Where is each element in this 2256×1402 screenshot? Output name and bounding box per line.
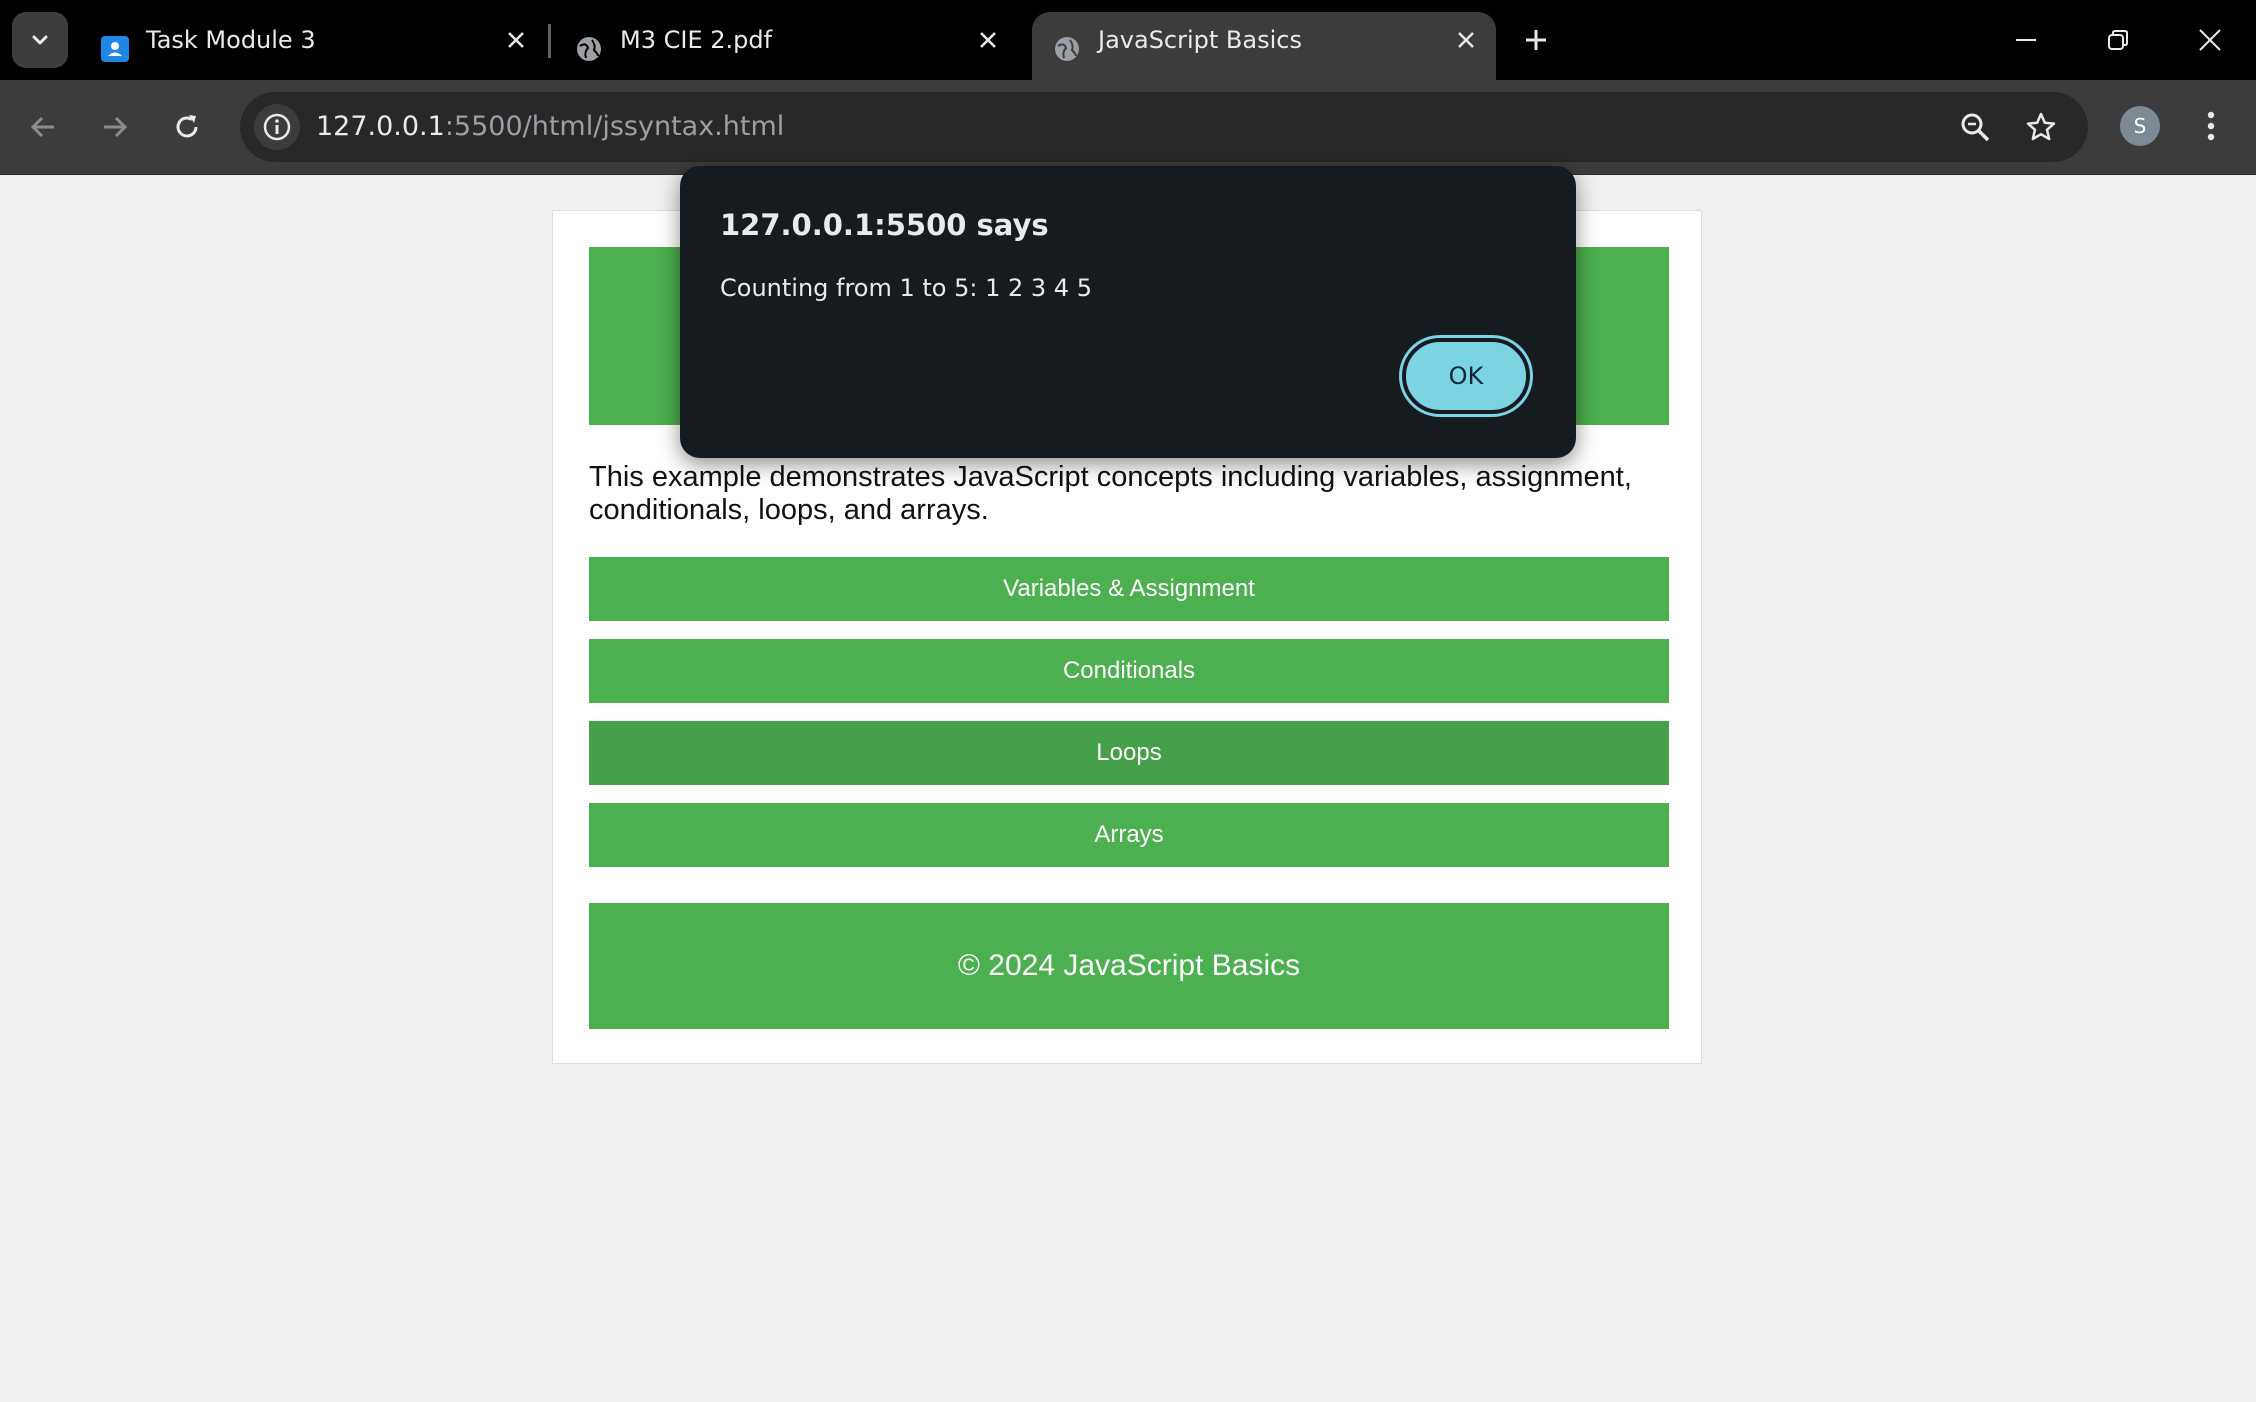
url-text[interactable]: 127.0.0.1:5500/html/jssyntax.html [316, 92, 784, 162]
address-bar[interactable]: 127.0.0.1:5500/html/jssyntax.html [240, 92, 2088, 162]
tab-search-button[interactable] [12, 12, 68, 68]
tab-task-module[interactable]: Task Module 3 [80, 12, 546, 80]
zoom-out-icon [1961, 113, 1990, 142]
tab-title: M3 CIE 2.pdf [620, 26, 773, 54]
tab-title: Task Module 3 [146, 26, 316, 54]
page-footer: © 2024 JavaScript Basics [589, 903, 1669, 1029]
url-path: :5500/html/jssyntax.html [444, 111, 785, 142]
zoom-button[interactable] [1952, 104, 1998, 150]
site-info-button[interactable] [254, 104, 300, 150]
tab-m3-cie[interactable]: M3 CIE 2.pdf [554, 12, 1018, 80]
tab-divider [548, 24, 551, 58]
window-close-button[interactable] [2180, 14, 2240, 66]
info-icon [263, 113, 291, 141]
conditionals-button[interactable]: Conditionals [589, 639, 1669, 703]
forward-button[interactable] [90, 102, 140, 152]
arrow-right-icon [104, 116, 128, 138]
intro-text: This example demonstrates JavaScript con… [589, 461, 1632, 526]
reload-icon [176, 115, 198, 138]
restore-icon [2108, 30, 2128, 50]
bookmark-button[interactable] [2018, 104, 2064, 150]
tab-javascript-basics[interactable]: JavaScript Basics [1032, 12, 1496, 80]
url-host: 127.0.0.1 [316, 111, 445, 142]
star-icon [2026, 112, 2056, 141]
browser-toolbar: 127.0.0.1:5500/html/jssyntax.html [0, 80, 2256, 175]
chevron-down-icon [32, 35, 48, 45]
globe-icon [1055, 37, 1079, 61]
dialog-message: Counting from 1 to 5: 1 2 3 4 5 [720, 274, 1092, 302]
tab-title: JavaScript Basics [1098, 26, 1302, 54]
plus-icon [1526, 30, 1546, 50]
close-icon [2199, 29, 2221, 51]
globe-icon [577, 37, 601, 61]
close-icon[interactable] [972, 24, 1004, 56]
alert-dialog: 127.0.0.1:5500 says Counting from 1 to 5… [680, 166, 1576, 458]
arrays-button[interactable]: Arrays [589, 803, 1669, 867]
back-button[interactable] [18, 102, 68, 152]
arrow-left-icon [30, 116, 54, 138]
new-tab-button[interactable] [1516, 18, 1556, 62]
close-icon[interactable] [1450, 24, 1482, 56]
minimize-icon [2016, 39, 2036, 41]
variables-assignment-button[interactable]: Variables & Assignment [589, 557, 1669, 621]
restore-button[interactable] [2088, 14, 2148, 66]
minimize-button[interactable] [1996, 14, 2056, 66]
reload-button[interactable] [162, 102, 212, 152]
close-icon[interactable] [500, 24, 532, 56]
dialog-title: 127.0.0.1:5500 says [720, 208, 1049, 242]
dialog-ok-button[interactable]: OK [1402, 338, 1530, 414]
profile-avatar[interactable]: S [2120, 106, 2160, 146]
tab-strip: Task Module 3 M3 CIE 2.pdf JavaScript Ba… [0, 0, 2256, 80]
browser-menu-button[interactable] [2196, 100, 2226, 152]
more-vert-icon [2207, 111, 2215, 141]
loops-button[interactable]: Loops [589, 721, 1669, 785]
classroom-icon [101, 36, 129, 62]
